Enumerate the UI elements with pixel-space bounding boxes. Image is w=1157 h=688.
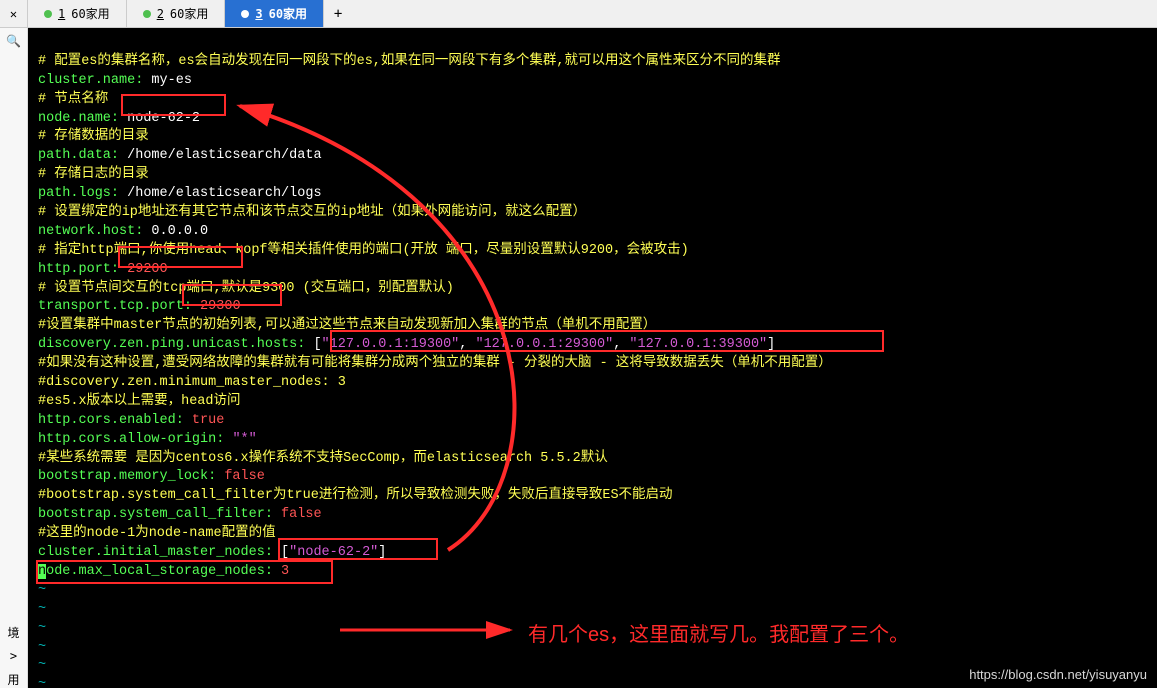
vim-tilde: ~ xyxy=(38,583,46,598)
key: ode.max_local_storage_nodes: xyxy=(46,564,273,579)
key: transport.tcp.port: xyxy=(38,299,192,314)
key: node.name: xyxy=(38,111,119,126)
key: network.host: xyxy=(38,224,143,239)
comment: #es5.x版本以上需要，head访问 xyxy=(38,394,241,409)
value-tcp-port: 29300 xyxy=(192,299,241,314)
sep: , xyxy=(613,337,629,352)
comment: #设置集群中master节点的初始列表,可以通过这些节点来自动发现新加入集群的节… xyxy=(38,318,656,333)
comment: # 存储日志的目录 xyxy=(38,167,149,182)
bracket: ] xyxy=(378,545,386,560)
key: http.cors.allow-origin: xyxy=(38,432,224,447)
value: /home/elasticsearch/data xyxy=(119,148,322,163)
host2: "127.0.0.1:29300" xyxy=(475,337,613,352)
bracket: [ xyxy=(305,337,321,352)
key: http.cors.enabled: xyxy=(38,413,184,428)
comment: #某些系统需要 是因为centos6.x操作系统不支持SecComp，而elas… xyxy=(38,451,608,466)
value: "*" xyxy=(224,432,256,447)
tab-3-active[interactable]: 3 60家用 xyxy=(225,0,324,27)
value: false xyxy=(216,469,265,484)
tab-label: 60家用 xyxy=(71,5,109,22)
tab-label: 60家用 xyxy=(269,5,307,22)
tab-bar: ✕ 1 60家用 2 60家用 3 60家用 + xyxy=(0,0,1157,28)
key: cluster.name: xyxy=(38,73,143,88)
tab-num: 3 xyxy=(255,7,262,21)
value: false xyxy=(273,507,322,522)
watermark: https://blog.csdn.net/yisuyanyu xyxy=(969,667,1147,682)
status-dot-icon xyxy=(44,10,52,18)
comment: # 节点名称 xyxy=(38,92,108,107)
vim-tilde: ~ xyxy=(38,621,46,636)
env-icon[interactable]: 境 xyxy=(7,624,19,641)
tab-2[interactable]: 2 60家用 xyxy=(127,0,226,27)
vim-tilde: ~ xyxy=(38,602,46,617)
comment: # 设置节点间交互的tcp端口,默认是9300 (交互端口，别配置默认) xyxy=(38,281,454,296)
bracket: ] xyxy=(767,337,775,352)
status-dot-icon xyxy=(241,10,249,18)
value-http-port: 29200 xyxy=(119,262,168,277)
status-dot-icon xyxy=(143,10,151,18)
value: my-es xyxy=(143,73,192,88)
tab-num: 2 xyxy=(157,7,164,21)
you-icon[interactable]: 用 xyxy=(7,671,19,688)
vim-tilde: ~ xyxy=(38,677,46,688)
bracket: [ xyxy=(273,545,289,560)
key: http.port: xyxy=(38,262,119,277)
cursor-char: n xyxy=(38,564,46,579)
sidebar-left: 🔍 境 > 用 xyxy=(0,28,28,688)
key: bootstrap.memory_lock: xyxy=(38,469,216,484)
key: path.logs: xyxy=(38,186,119,201)
value: /home/elasticsearch/logs xyxy=(119,186,322,201)
comment: # 设置绑定的ip地址还有其它节点和该节点交互的ip地址（如果外网能访问，就这么… xyxy=(38,205,586,220)
terminal-content[interactable]: # 配置es的集群名称，es会自动发现在同一网段下的es,如果在同一网段下有多个… xyxy=(28,28,1157,688)
comment: #discovery.zen.minimum_master_nodes: 3 xyxy=(38,375,346,390)
key: bootstrap.system_call_filter: xyxy=(38,507,273,522)
host1: "127.0.0.1:19300" xyxy=(322,337,460,352)
comment: # 指定http端口,你使用head、kopf等相关插件使用的端口(开放 端口，… xyxy=(38,243,689,258)
host3: "127.0.0.1:39300" xyxy=(629,337,767,352)
close-all-tabs[interactable]: ✕ xyxy=(0,0,28,27)
value: true xyxy=(184,413,225,428)
comment: # 配置es的集群名称，es会自动发现在同一网段下的es,如果在同一网段下有多个… xyxy=(38,54,781,69)
value-max-nodes: 3 xyxy=(273,564,289,579)
comment: #bootstrap.system_call_filter为true进行检测，所… xyxy=(38,488,673,503)
tab-num: 1 xyxy=(58,7,65,21)
sep: , xyxy=(459,337,475,352)
tab-label: 60家用 xyxy=(170,5,208,22)
comment: #如果没有这种设置,遭受网络故障的集群就有可能将集群分成两个独立的集群 - 分裂… xyxy=(38,356,832,371)
search-icon[interactable]: 🔍 xyxy=(6,34,21,48)
tab-1[interactable]: 1 60家用 xyxy=(28,0,127,27)
comment: # 存储数据的目录 xyxy=(38,129,149,144)
annotation-text: 有几个es，这里面就写几。我配置了三个。 xyxy=(528,618,909,647)
key: path.data: xyxy=(38,148,119,163)
master-node: "node-62-2" xyxy=(289,545,378,560)
value: 0.0.0.0 xyxy=(143,224,208,239)
value-node-name: node-62-2 xyxy=(119,111,200,126)
vim-tilde: ~ xyxy=(38,658,46,673)
expand-icon[interactable]: > xyxy=(10,649,17,663)
comment: #这里的node-1为node-name配置的值 xyxy=(38,526,276,541)
key: cluster.initial_master_nodes: xyxy=(38,545,273,560)
vim-tilde: ~ xyxy=(38,640,46,655)
new-tab-button[interactable]: + xyxy=(324,6,352,22)
key: discovery.zen.ping.unicast.hosts: xyxy=(38,337,305,352)
